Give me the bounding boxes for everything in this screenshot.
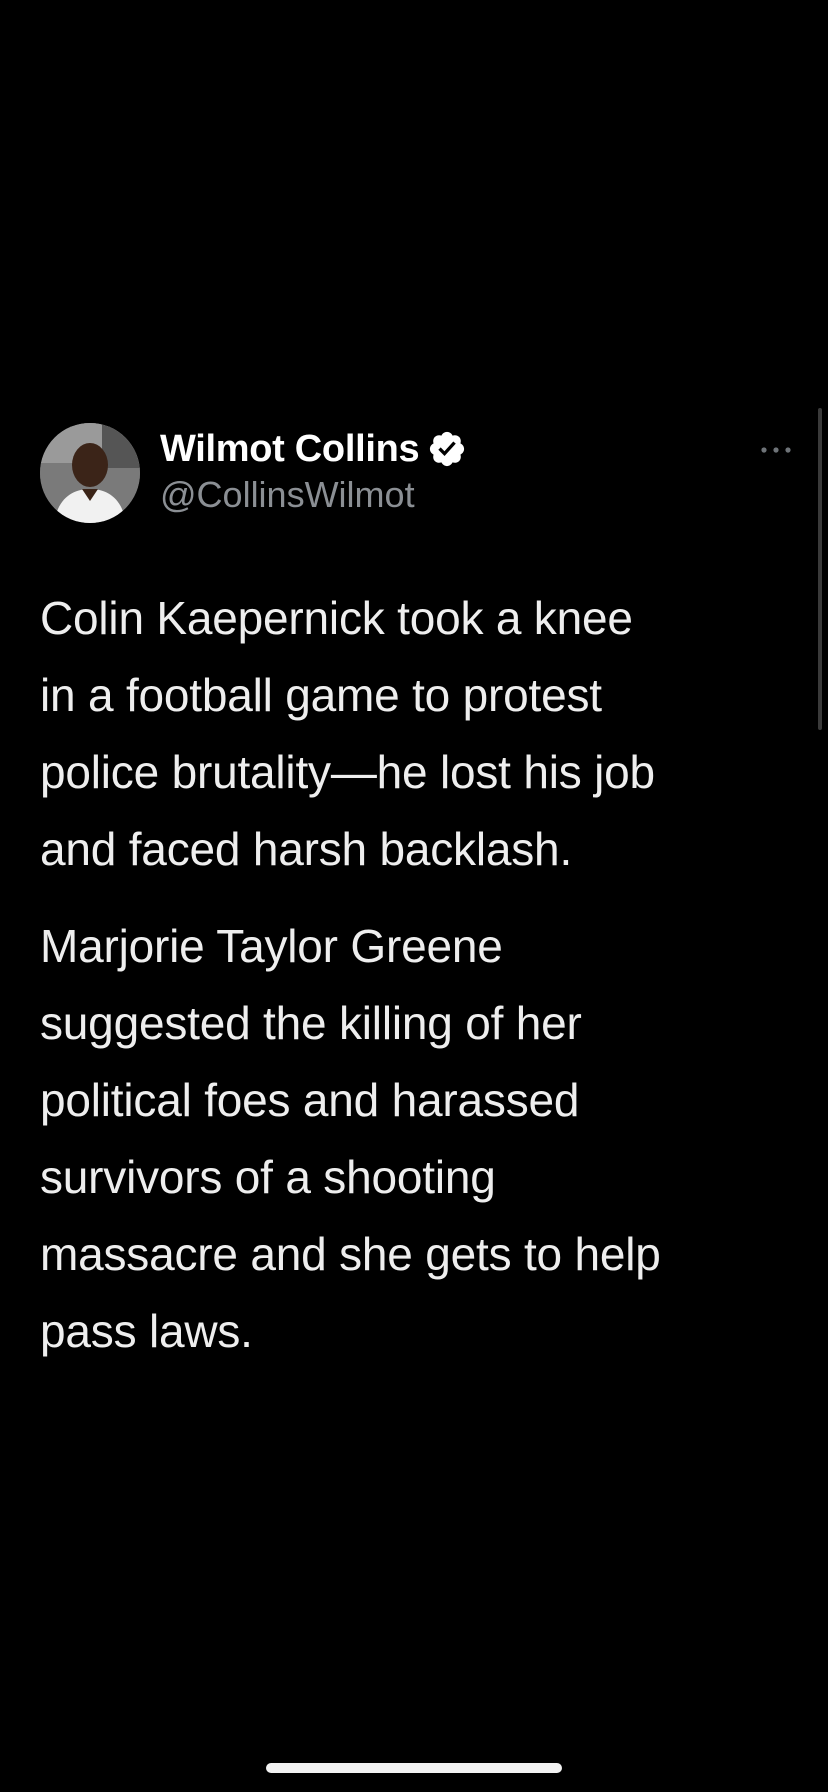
screen: Wilmot Collins @CollinsWilmot Colin Kaep… xyxy=(0,0,828,1792)
author-name-row[interactable]: Wilmot Collins xyxy=(160,424,467,474)
person-avatar-icon xyxy=(40,423,140,523)
avatar[interactable] xyxy=(40,423,140,523)
author-handle[interactable]: @CollinsWilmot xyxy=(160,474,415,516)
tweet-header: Wilmot Collins @CollinsWilmot xyxy=(0,420,828,530)
home-indicator[interactable] xyxy=(266,1763,562,1773)
tweet-paragraph-1: Colin Kaepernick took a knee in a footba… xyxy=(40,592,655,875)
verified-badge-icon xyxy=(430,431,465,467)
more-horizontal-icon[interactable] xyxy=(758,440,794,460)
author-display-name[interactable]: Wilmot Collins xyxy=(160,428,420,471)
tweet-text: Colin Kaepernick took a knee in a footba… xyxy=(40,580,800,1370)
tweet[interactable]: Wilmot Collins @CollinsWilmot Colin Kaep… xyxy=(0,420,828,1357)
tweet-paragraph-2: Marjorie Taylor Greene suggested the kil… xyxy=(40,920,661,1357)
